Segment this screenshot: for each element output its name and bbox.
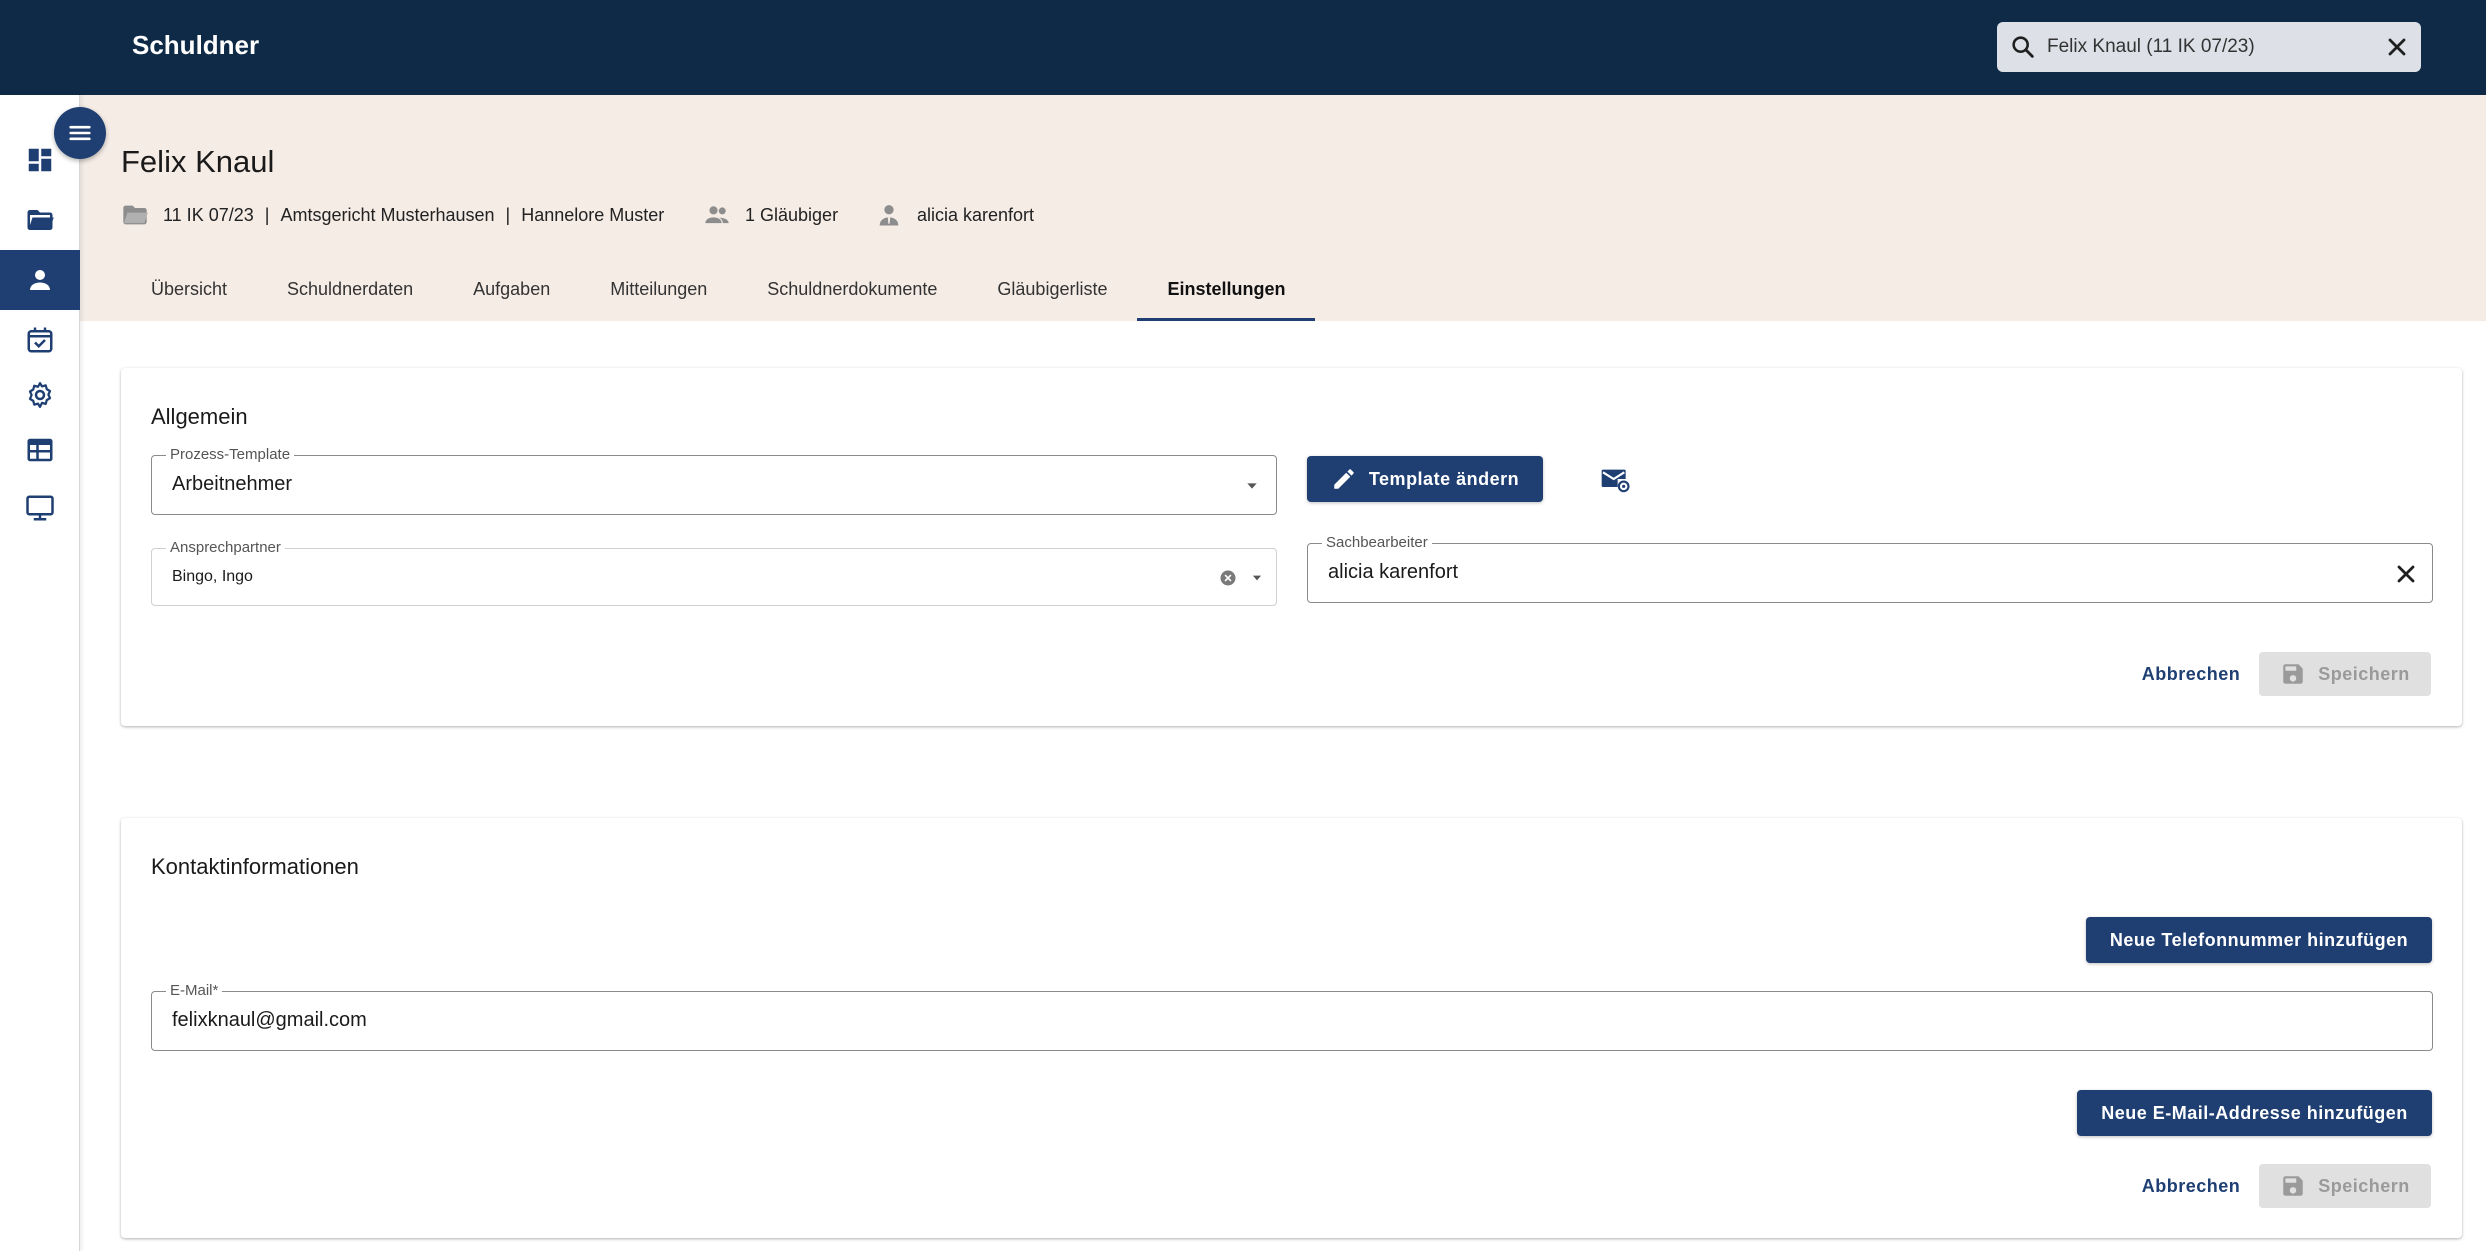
field-value: Bingo, Ingo [172, 568, 253, 585]
button-label: Neue E-Mail-Addresse hinzufügen [2101, 1102, 2408, 1123]
mail-settings-icon[interactable] [1599, 463, 1631, 495]
field-label: E-Mail* [166, 982, 223, 999]
floppy-disk-icon [2283, 664, 2303, 684]
case-info: 11 IK 07/23 | Amtsgericht Musterhausen |… [121, 200, 664, 230]
agent-icon [879, 205, 899, 226]
agent-info: alicia karenfort [875, 200, 1034, 230]
sidebar-item-tasks[interactable] [0, 310, 80, 370]
add-email-button[interactable]: Neue E-Mail-Addresse hinzufügen [2077, 1090, 2432, 1136]
general-settings-card: Allgemein Prozess-Template Arbeitnehmer … [121, 368, 2462, 726]
tab-tasks[interactable]: Aufgaben [443, 260, 580, 321]
floppy-disk-icon [2283, 1176, 2303, 1196]
button-label: Speichern [2318, 663, 2410, 684]
monitor-icon [26, 495, 54, 521]
sidebar-item-display[interactable] [0, 478, 80, 538]
caret-down-icon [1247, 483, 1257, 489]
clerk-input[interactable]: Sachbearbeiter alicia karenfort [1307, 534, 2433, 603]
contact-info-card: Kontaktinformationen Neue Telefonnummer … [121, 818, 2462, 1238]
creditor-count-label: 1 Gläubiger [745, 204, 839, 225]
court-name: Amtsgericht Musterhausen [280, 204, 495, 225]
tab-debtor-data[interactable]: Schuldnerdaten [257, 260, 443, 321]
field-value: Arbeitnehmer [172, 473, 293, 495]
button-label: Template ändern [1368, 468, 1520, 489]
process-template-select[interactable]: Prozess-Template Arbeitnehmer [151, 446, 1277, 515]
search-icon [2012, 36, 2034, 58]
sidebar [0, 95, 80, 1251]
page-title: Felix Knaul [121, 144, 275, 179]
tab-debtor-documents[interactable]: Schuldnerdokumente [737, 260, 967, 321]
save-button[interactable]: Speichern [2259, 1164, 2431, 1208]
email-field[interactable]: E-Mail* felixknaul@gmail.com [151, 982, 2433, 1051]
tab-messages[interactable]: Mitteilungen [580, 260, 737, 321]
folder-open-icon [123, 205, 148, 225]
tab-creditor-list[interactable]: Gläubigerliste [967, 260, 1137, 321]
creditor-count: 1 Gläubiger [703, 200, 838, 230]
sidebar-item-settings[interactable] [0, 365, 80, 425]
sidebar-item-tables[interactable] [0, 420, 80, 480]
contact-person-select[interactable]: Ansprechpartner Bingo, Ingo [151, 539, 1277, 606]
separator: | [264, 204, 270, 225]
field-label: Prozess-Template [166, 446, 295, 463]
change-template-button[interactable]: Template ändern [1307, 456, 1543, 502]
officer-name: Hannelore Muster [521, 204, 665, 225]
button-label: Neue Telefonnummer hinzufügen [2109, 929, 2409, 950]
tab-bar: Übersicht Schuldnerdaten Aufgaben Mittei… [121, 260, 1316, 321]
field-label: Sachbearbeiter [1322, 534, 1432, 551]
sidebar-item-debtors[interactable] [0, 250, 80, 310]
search-input[interactable]: Felix Knaul (11 IK 07/23) [2047, 36, 2255, 58]
calendar-check-icon [27, 327, 53, 353]
person-icon [30, 270, 50, 290]
gear-icon [28, 382, 52, 408]
pencil-icon [1334, 469, 1354, 489]
folder-open-icon [27, 210, 54, 230]
add-phone-button[interactable]: Neue Telefonnummer hinzufügen [2086, 917, 2432, 963]
caret-down-icon [1252, 575, 1262, 581]
field-label: Ansprechpartner [166, 539, 285, 556]
dashboard-icon [28, 148, 52, 172]
case-number: 11 IK 07/23 [163, 204, 254, 225]
close-icon[interactable] [2392, 560, 2420, 588]
button-label: Speichern [2318, 1175, 2410, 1196]
agent-name: alicia karenfort [917, 204, 1035, 225]
search-box[interactable]: Felix Knaul (11 IK 07/23) [1997, 22, 2421, 72]
menu-icon [69, 125, 91, 141]
card-title: Allgemein [151, 404, 248, 429]
tab-settings[interactable]: Einstellungen [1137, 260, 1316, 321]
top-bar: Schuldner Felix Knaul (11 IK 07/23) [0, 0, 2486, 95]
menu-toggle-button[interactable] [54, 107, 106, 159]
card-title: Kontaktinformationen [151, 854, 359, 879]
clear-circle-icon[interactable] [1218, 568, 1238, 588]
close-icon[interactable] [2383, 33, 2411, 61]
tab-overview[interactable]: Übersicht [121, 260, 257, 321]
save-button[interactable]: Speichern [2259, 652, 2431, 696]
field-value: alicia karenfort [1328, 561, 1459, 583]
sidebar-item-files[interactable] [0, 190, 80, 250]
cancel-button[interactable]: Abbrechen [2131, 1164, 2251, 1208]
app-title: Schuldner [132, 30, 260, 60]
cancel-button[interactable]: Abbrechen [2131, 652, 2251, 696]
separator: | [505, 204, 511, 225]
people-icon [705, 206, 729, 224]
field-value: felixknaul@gmail.com [172, 1009, 367, 1031]
table-icon [27, 438, 53, 462]
